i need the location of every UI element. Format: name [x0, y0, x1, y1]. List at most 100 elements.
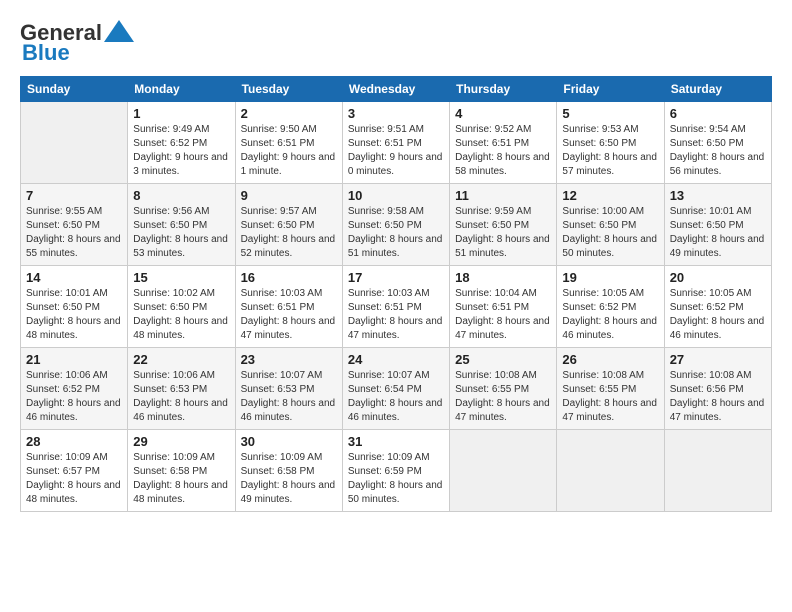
day-number: 10 — [348, 188, 444, 203]
day-number: 23 — [241, 352, 337, 367]
day-number: 2 — [241, 106, 337, 121]
day-number: 12 — [562, 188, 658, 203]
calendar-week-row: 14 Sunrise: 10:01 AMSunset: 6:50 PMDaylig… — [21, 266, 772, 348]
day-info: Sunrise: 9:49 AMSunset: 6:52 PMDaylight:… — [133, 123, 229, 179]
calendar-cell: 26 Sunrise: 10:08 AMSunset: 6:55 PMDaylig… — [557, 348, 664, 430]
calendar-cell: 20 Sunrise: 10:05 AMSunset: 6:52 PMDaylig… — [664, 266, 771, 348]
calendar-cell: 7 Sunrise: 9:55 AMSunset: 6:50 PMDaylight… — [21, 184, 128, 266]
day-info: Sunrise: 10:03 AMSunset: 6:51 PMDaylight… — [241, 287, 337, 343]
day-number: 26 — [562, 352, 658, 367]
day-number: 30 — [241, 434, 337, 449]
day-info: Sunrise: 10:06 AMSunset: 6:52 PMDaylight… — [26, 369, 122, 425]
day-number: 13 — [670, 188, 766, 203]
day-info: Sunrise: 10:01 AMSunset: 6:50 PMDaylight… — [26, 287, 122, 343]
calendar-week-row: 21 Sunrise: 10:06 AMSunset: 6:52 PMDaylig… — [21, 348, 772, 430]
calendar-cell: 23Sunrise: 10:07 AMSunset: 6:53 PMDaylig… — [235, 348, 342, 430]
day-number: 20 — [670, 270, 766, 285]
weekday-header-tuesday: Tuesday — [235, 77, 342, 102]
day-number: 11 — [455, 188, 551, 203]
day-number: 21 — [26, 352, 122, 367]
day-number: 25 — [455, 352, 551, 367]
day-info: Sunrise: 9:58 AMSunset: 6:50 PMDaylight:… — [348, 205, 444, 261]
day-info: Sunrise: 10:05 AMSunset: 6:52 PMDaylight… — [670, 287, 766, 343]
calendar-cell: 29Sunrise: 10:09 AMSunset: 6:58 PMDaylig… — [128, 430, 235, 512]
day-number: 6 — [670, 106, 766, 121]
day-info: Sunrise: 10:09 AMSunset: 6:59 PMDaylight… — [348, 451, 444, 507]
weekday-header-thursday: Thursday — [450, 77, 557, 102]
day-info: Sunrise: 9:59 AMSunset: 6:50 PMDaylight:… — [455, 205, 551, 261]
calendar-cell: 8 Sunrise: 9:56 AMSunset: 6:50 PMDaylight… — [128, 184, 235, 266]
calendar-cell: 2 Sunrise: 9:50 AMSunset: 6:51 PMDaylight… — [235, 102, 342, 184]
day-number: 5 — [562, 106, 658, 121]
logo-arrow-icon — [104, 20, 134, 42]
logo-text-blue: Blue — [22, 40, 70, 66]
day-number: 16 — [241, 270, 337, 285]
calendar-cell: 18 Sunrise: 10:04 AMSunset: 6:51 PMDaylig… — [450, 266, 557, 348]
day-info: Sunrise: 9:50 AMSunset: 6:51 PMDaylight:… — [241, 123, 337, 179]
calendar-table: SundayMondayTuesdayWednesdayThursdayFrid… — [20, 76, 772, 512]
calendar-week-row: 1Sunrise: 9:49 AMSunset: 6:52 PMDaylight… — [21, 102, 772, 184]
calendar-cell: 27 Sunrise: 10:08 AMSunset: 6:56 PMDaylig… — [664, 348, 771, 430]
day-number: 22 — [133, 352, 229, 367]
day-number: 9 — [241, 188, 337, 203]
day-info: Sunrise: 9:55 AMSunset: 6:50 PMDaylight:… — [26, 205, 122, 261]
page-header: General Blue — [20, 20, 772, 66]
day-info: Sunrise: 10:05 AMSunset: 6:52 PMDaylight… — [562, 287, 658, 343]
calendar-cell: 17 Sunrise: 10:03 AMSunset: 6:51 PMDaylig… — [342, 266, 449, 348]
day-number: 19 — [562, 270, 658, 285]
day-info: Sunrise: 10:09 AMSunset: 6:57 PMDaylight… — [26, 451, 122, 507]
day-number: 18 — [455, 270, 551, 285]
weekday-header-sunday: Sunday — [21, 77, 128, 102]
calendar-cell: 14 Sunrise: 10:01 AMSunset: 6:50 PMDaylig… — [21, 266, 128, 348]
calendar-week-row: 7 Sunrise: 9:55 AMSunset: 6:50 PMDaylight… — [21, 184, 772, 266]
weekday-header-saturday: Saturday — [664, 77, 771, 102]
calendar-cell — [557, 430, 664, 512]
day-info: Sunrise: 10:08 AMSunset: 6:55 PMDaylight… — [562, 369, 658, 425]
calendar-cell: 31 Sunrise: 10:09 AMSunset: 6:59 PMDaylig… — [342, 430, 449, 512]
day-number: 27 — [670, 352, 766, 367]
day-info: Sunrise: 10:02 AMSunset: 6:50 PMDaylight… — [133, 287, 229, 343]
day-info: Sunrise: 10:08 AMSunset: 6:56 PMDaylight… — [670, 369, 766, 425]
calendar-cell: 21 Sunrise: 10:06 AMSunset: 6:52 PMDaylig… — [21, 348, 128, 430]
day-info: Sunrise: 9:51 AMSunset: 6:51 PMDaylight:… — [348, 123, 444, 179]
day-number: 29 — [133, 434, 229, 449]
calendar-cell — [450, 430, 557, 512]
day-info: Sunrise: 9:53 AMSunset: 6:50 PMDaylight:… — [562, 123, 658, 179]
day-number: 4 — [455, 106, 551, 121]
day-number: 15 — [133, 270, 229, 285]
calendar-cell: 24 Sunrise: 10:07 AMSunset: 6:54 PMDaylig… — [342, 348, 449, 430]
day-number: 3 — [348, 106, 444, 121]
calendar-cell: 6Sunrise: 9:54 AMSunset: 6:50 PMDaylight… — [664, 102, 771, 184]
calendar-cell: 10 Sunrise: 9:58 AMSunset: 6:50 PMDayligh… — [342, 184, 449, 266]
day-info: Sunrise: 10:03 AMSunset: 6:51 PMDaylight… — [348, 287, 444, 343]
day-number: 8 — [133, 188, 229, 203]
day-info: Sunrise: 9:56 AMSunset: 6:50 PMDaylight:… — [133, 205, 229, 261]
day-info: Sunrise: 9:52 AMSunset: 6:51 PMDaylight:… — [455, 123, 551, 179]
calendar-cell: 13Sunrise: 10:01 AMSunset: 6:50 PMDaylig… — [664, 184, 771, 266]
day-info: Sunrise: 9:57 AMSunset: 6:50 PMDaylight:… — [241, 205, 337, 261]
day-info: Sunrise: 10:00 AMSunset: 6:50 PMDaylight… — [562, 205, 658, 261]
calendar-cell — [664, 430, 771, 512]
calendar-cell: 1Sunrise: 9:49 AMSunset: 6:52 PMDaylight… — [128, 102, 235, 184]
calendar-cell: 25Sunrise: 10:08 AMSunset: 6:55 PMDaylig… — [450, 348, 557, 430]
day-number: 24 — [348, 352, 444, 367]
calendar-cell: 4 Sunrise: 9:52 AMSunset: 6:51 PMDaylight… — [450, 102, 557, 184]
calendar-cell: 9 Sunrise: 9:57 AMSunset: 6:50 PMDaylight… — [235, 184, 342, 266]
day-number: 28 — [26, 434, 122, 449]
day-info: Sunrise: 10:04 AMSunset: 6:51 PMDaylight… — [455, 287, 551, 343]
calendar-header-row: SundayMondayTuesdayWednesdayThursdayFrid… — [21, 77, 772, 102]
calendar-cell: 19 Sunrise: 10:05 AMSunset: 6:52 PMDaylig… — [557, 266, 664, 348]
day-info: Sunrise: 10:09 AMSunset: 6:58 PMDaylight… — [241, 451, 337, 507]
day-number: 17 — [348, 270, 444, 285]
day-info: Sunrise: 10:07 AMSunset: 6:54 PMDaylight… — [348, 369, 444, 425]
weekday-header-monday: Monday — [128, 77, 235, 102]
day-info: Sunrise: 10:06 AMSunset: 6:53 PMDaylight… — [133, 369, 229, 425]
day-number: 14 — [26, 270, 122, 285]
calendar-cell: 12 Sunrise: 10:00 AMSunset: 6:50 PMDaylig… — [557, 184, 664, 266]
day-number: 7 — [26, 188, 122, 203]
calendar-cell: 15 Sunrise: 10:02 AMSunset: 6:50 PMDaylig… — [128, 266, 235, 348]
calendar-cell: 22 Sunrise: 10:06 AMSunset: 6:53 PMDaylig… — [128, 348, 235, 430]
calendar-cell: 30 Sunrise: 10:09 AMSunset: 6:58 PMDaylig… — [235, 430, 342, 512]
calendar-cell — [21, 102, 128, 184]
day-number: 31 — [348, 434, 444, 449]
